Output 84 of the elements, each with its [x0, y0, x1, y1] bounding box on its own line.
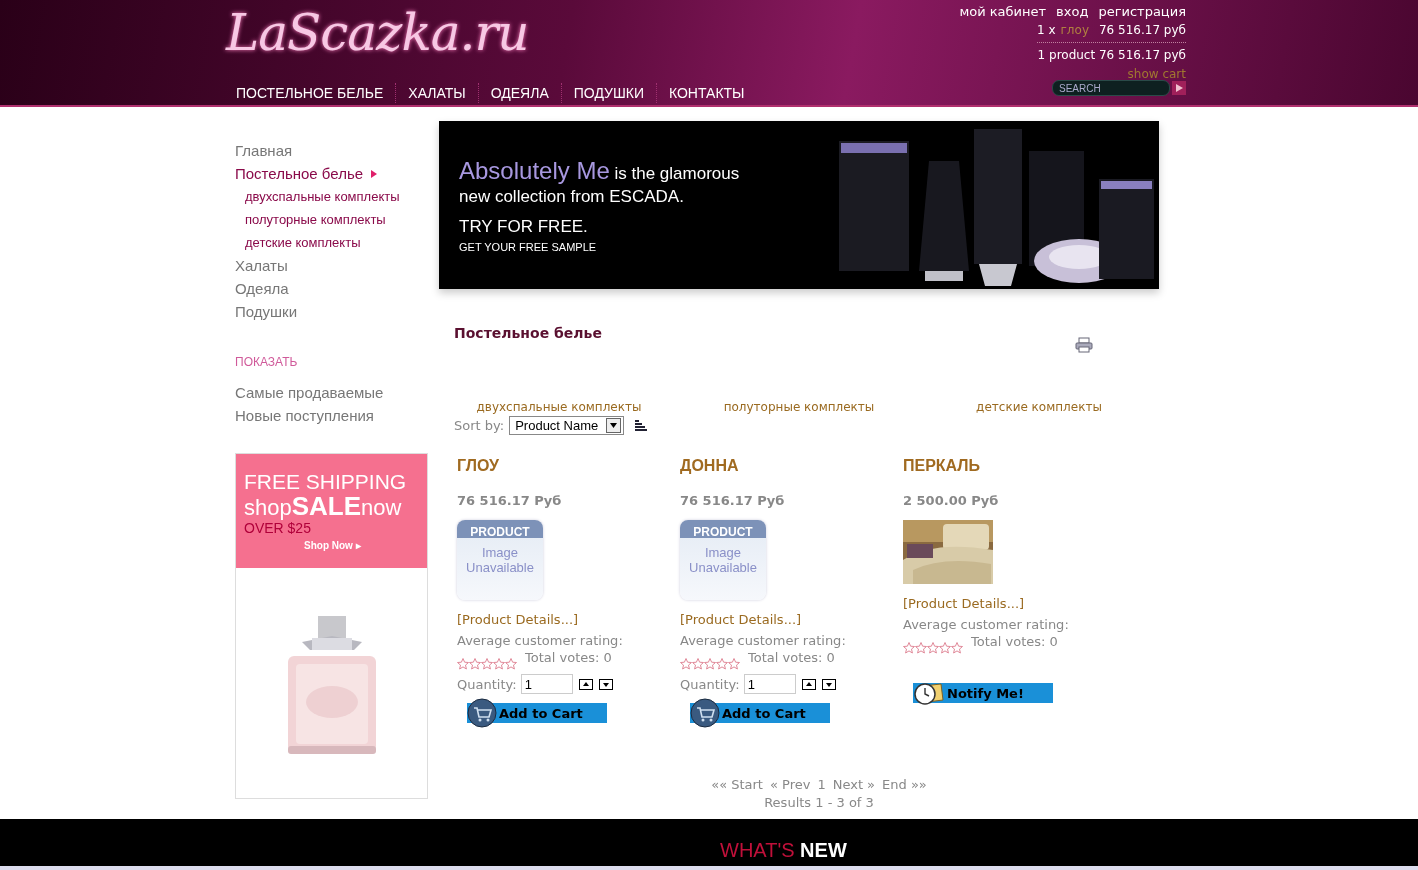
- sort-label: Sort by:: [454, 418, 505, 433]
- sidebar-item[interactable]: Постельное белье: [235, 162, 428, 185]
- cart-item-link[interactable]: глоу: [1060, 23, 1089, 37]
- quantity-field[interactable]: 1: [520, 674, 573, 694]
- cart-icon: [467, 698, 497, 728]
- product-name[interactable]: ДОННА: [680, 457, 739, 475]
- product-price: 2 500.00 Руб: [903, 493, 999, 508]
- pagination-link[interactable]: 1: [817, 777, 826, 792]
- nav-link[interactable]: ПОДУШКИ: [560, 83, 656, 103]
- show-cart-link[interactable]: show cart: [1127, 68, 1186, 80]
- rating-label: Average customer rating:: [457, 633, 623, 648]
- sidebar-item[interactable]: Подушки: [235, 300, 428, 323]
- cart-total: 1 product 76 516.17 руб: [1037, 48, 1186, 62]
- results-count: Results 1 - 3 of 3: [764, 795, 874, 810]
- account-link[interactable]: вход: [1056, 4, 1089, 19]
- product-price: 76 516.17 Руб: [680, 493, 785, 508]
- decrease-icon[interactable]: [598, 678, 613, 690]
- sidebar-item[interactable]: Главная: [235, 139, 428, 162]
- ad-headline: FREE SHIPPING: [244, 470, 408, 494]
- subcategory-link[interactable]: полуторные комплекты: [679, 400, 919, 414]
- pagination-link[interactable]: Next »: [832, 777, 876, 792]
- pagination-link[interactable]: « Prev: [769, 777, 811, 792]
- product-details-link[interactable]: [Product Details...]: [680, 612, 802, 627]
- nav-link[interactable]: ОДЕЯЛА: [477, 83, 561, 103]
- cart-quantity: 1 x: [1037, 23, 1056, 37]
- sidebar-subitem[interactable]: детские комплекты: [235, 231, 428, 254]
- nav-link[interactable]: ХАЛАТЫ: [395, 83, 478, 103]
- section-heading: ПОКАЗАТЬ: [235, 355, 299, 369]
- ad-link[interactable]: Shop Now ▸: [304, 540, 427, 551]
- vote-count: Total votes: 0: [525, 650, 612, 665]
- banner-headline: Absolutely Me is the glamorous: [459, 157, 740, 185]
- ad-banner[interactable]: Absolutely Me is the glamorous new collection from ESCADA. TRY FOR FREE. GET YOUR FREE SAMPLE: [439, 121, 1159, 289]
- sidebar-item[interactable]: Одеяла: [235, 277, 428, 300]
- pagination-link[interactable]: «« Start: [711, 777, 763, 792]
- banner-note: GET YOUR FREE SAMPLE: [459, 241, 598, 253]
- search-field[interactable]: SEARCH: [1052, 80, 1170, 96]
- category-title: Постельное белье: [454, 325, 602, 343]
- add-to-cart-button[interactable]: Add to Cart: [690, 698, 830, 728]
- site-logo[interactable]: LaScazka.ru: [226, 0, 757, 62]
- triangle-icon: [371, 169, 378, 178]
- account-link[interactable]: мой кабинет: [959, 4, 1047, 19]
- sidebar-item[interactable]: Халаты: [235, 254, 428, 277]
- printer-icon[interactable]: [1075, 337, 1093, 353]
- caret-icon: [610, 423, 618, 428]
- product-name[interactable]: ПЕРКАЛЬ: [903, 457, 981, 475]
- ad-slogan: shopSALEnow: [244, 494, 403, 520]
- ad-offer: OVER $25: [244, 520, 312, 536]
- nav-link[interactable]: ПОСТЕЛЬНОЕ БЕЛЬЕ: [226, 83, 396, 103]
- quantity-label: Quantity:: [457, 676, 517, 692]
- add-to-cart-button[interactable]: Add to Cart: [467, 698, 607, 728]
- nav-link[interactable]: КОНТАКТЫ: [656, 83, 757, 103]
- account-link[interactable]: регистрация: [1098, 4, 1186, 19]
- search-button[interactable]: [1172, 81, 1186, 95]
- increase-icon[interactable]: [801, 678, 816, 690]
- play-icon: [1175, 84, 1183, 92]
- image-placeholder[interactable]: PRODUCT Image Unavailable: [680, 520, 766, 600]
- sidebar-subitem[interactable]: двухспальные комплекты: [235, 185, 428, 208]
- banner-call: TRY FOR FREE.: [459, 217, 589, 237]
- cart-price: 76 516.17 руб: [1099, 23, 1186, 37]
- rating-label: Average customer rating:: [680, 633, 846, 648]
- sidebar-subitem[interactable]: полуторные комплекты: [235, 208, 428, 231]
- ad-panel[interactable]: FREE SHIPPING shopSALEnow OVER $25 Shop Now ▸: [235, 453, 428, 799]
- rating-label: Average customer rating:: [903, 617, 1069, 632]
- sort-dropdown[interactable]: Product Name: [509, 416, 625, 435]
- quantity-field[interactable]: 1: [743, 674, 796, 694]
- product-name[interactable]: ГЛОУ: [457, 457, 499, 475]
- product-details-link[interactable]: [Product Details...]: [457, 612, 579, 627]
- image-placeholder[interactable]: PRODUCT Image Unavailable: [457, 520, 543, 600]
- subcategory-link[interactable]: двухспальные комплекты: [439, 400, 679, 414]
- sidebar-item[interactable]: Новые поступления: [235, 404, 428, 427]
- quantity-label: Quantity:: [680, 676, 740, 692]
- product-price: 76 516.17 Руб: [457, 493, 562, 508]
- vote-count: Total votes: 0: [748, 650, 835, 665]
- pagination-link[interactable]: End »»: [882, 777, 927, 792]
- subcategory-link[interactable]: детские комплекты: [919, 400, 1159, 414]
- footer-heading: WHAT'S NEW: [720, 839, 847, 862]
- vote-count: Total votes: 0: [971, 634, 1058, 649]
- cart-icon: [690, 698, 720, 728]
- decrease-icon[interactable]: [821, 678, 836, 690]
- sort-order-icon[interactable]: [635, 420, 648, 431]
- banner-subline: new collection from ESCADA.: [459, 187, 685, 207]
- sidebar-item[interactable]: Самые продаваемые: [235, 381, 428, 404]
- increase-icon[interactable]: [578, 678, 593, 690]
- product-details-link[interactable]: [Product Details...]: [903, 596, 1025, 611]
